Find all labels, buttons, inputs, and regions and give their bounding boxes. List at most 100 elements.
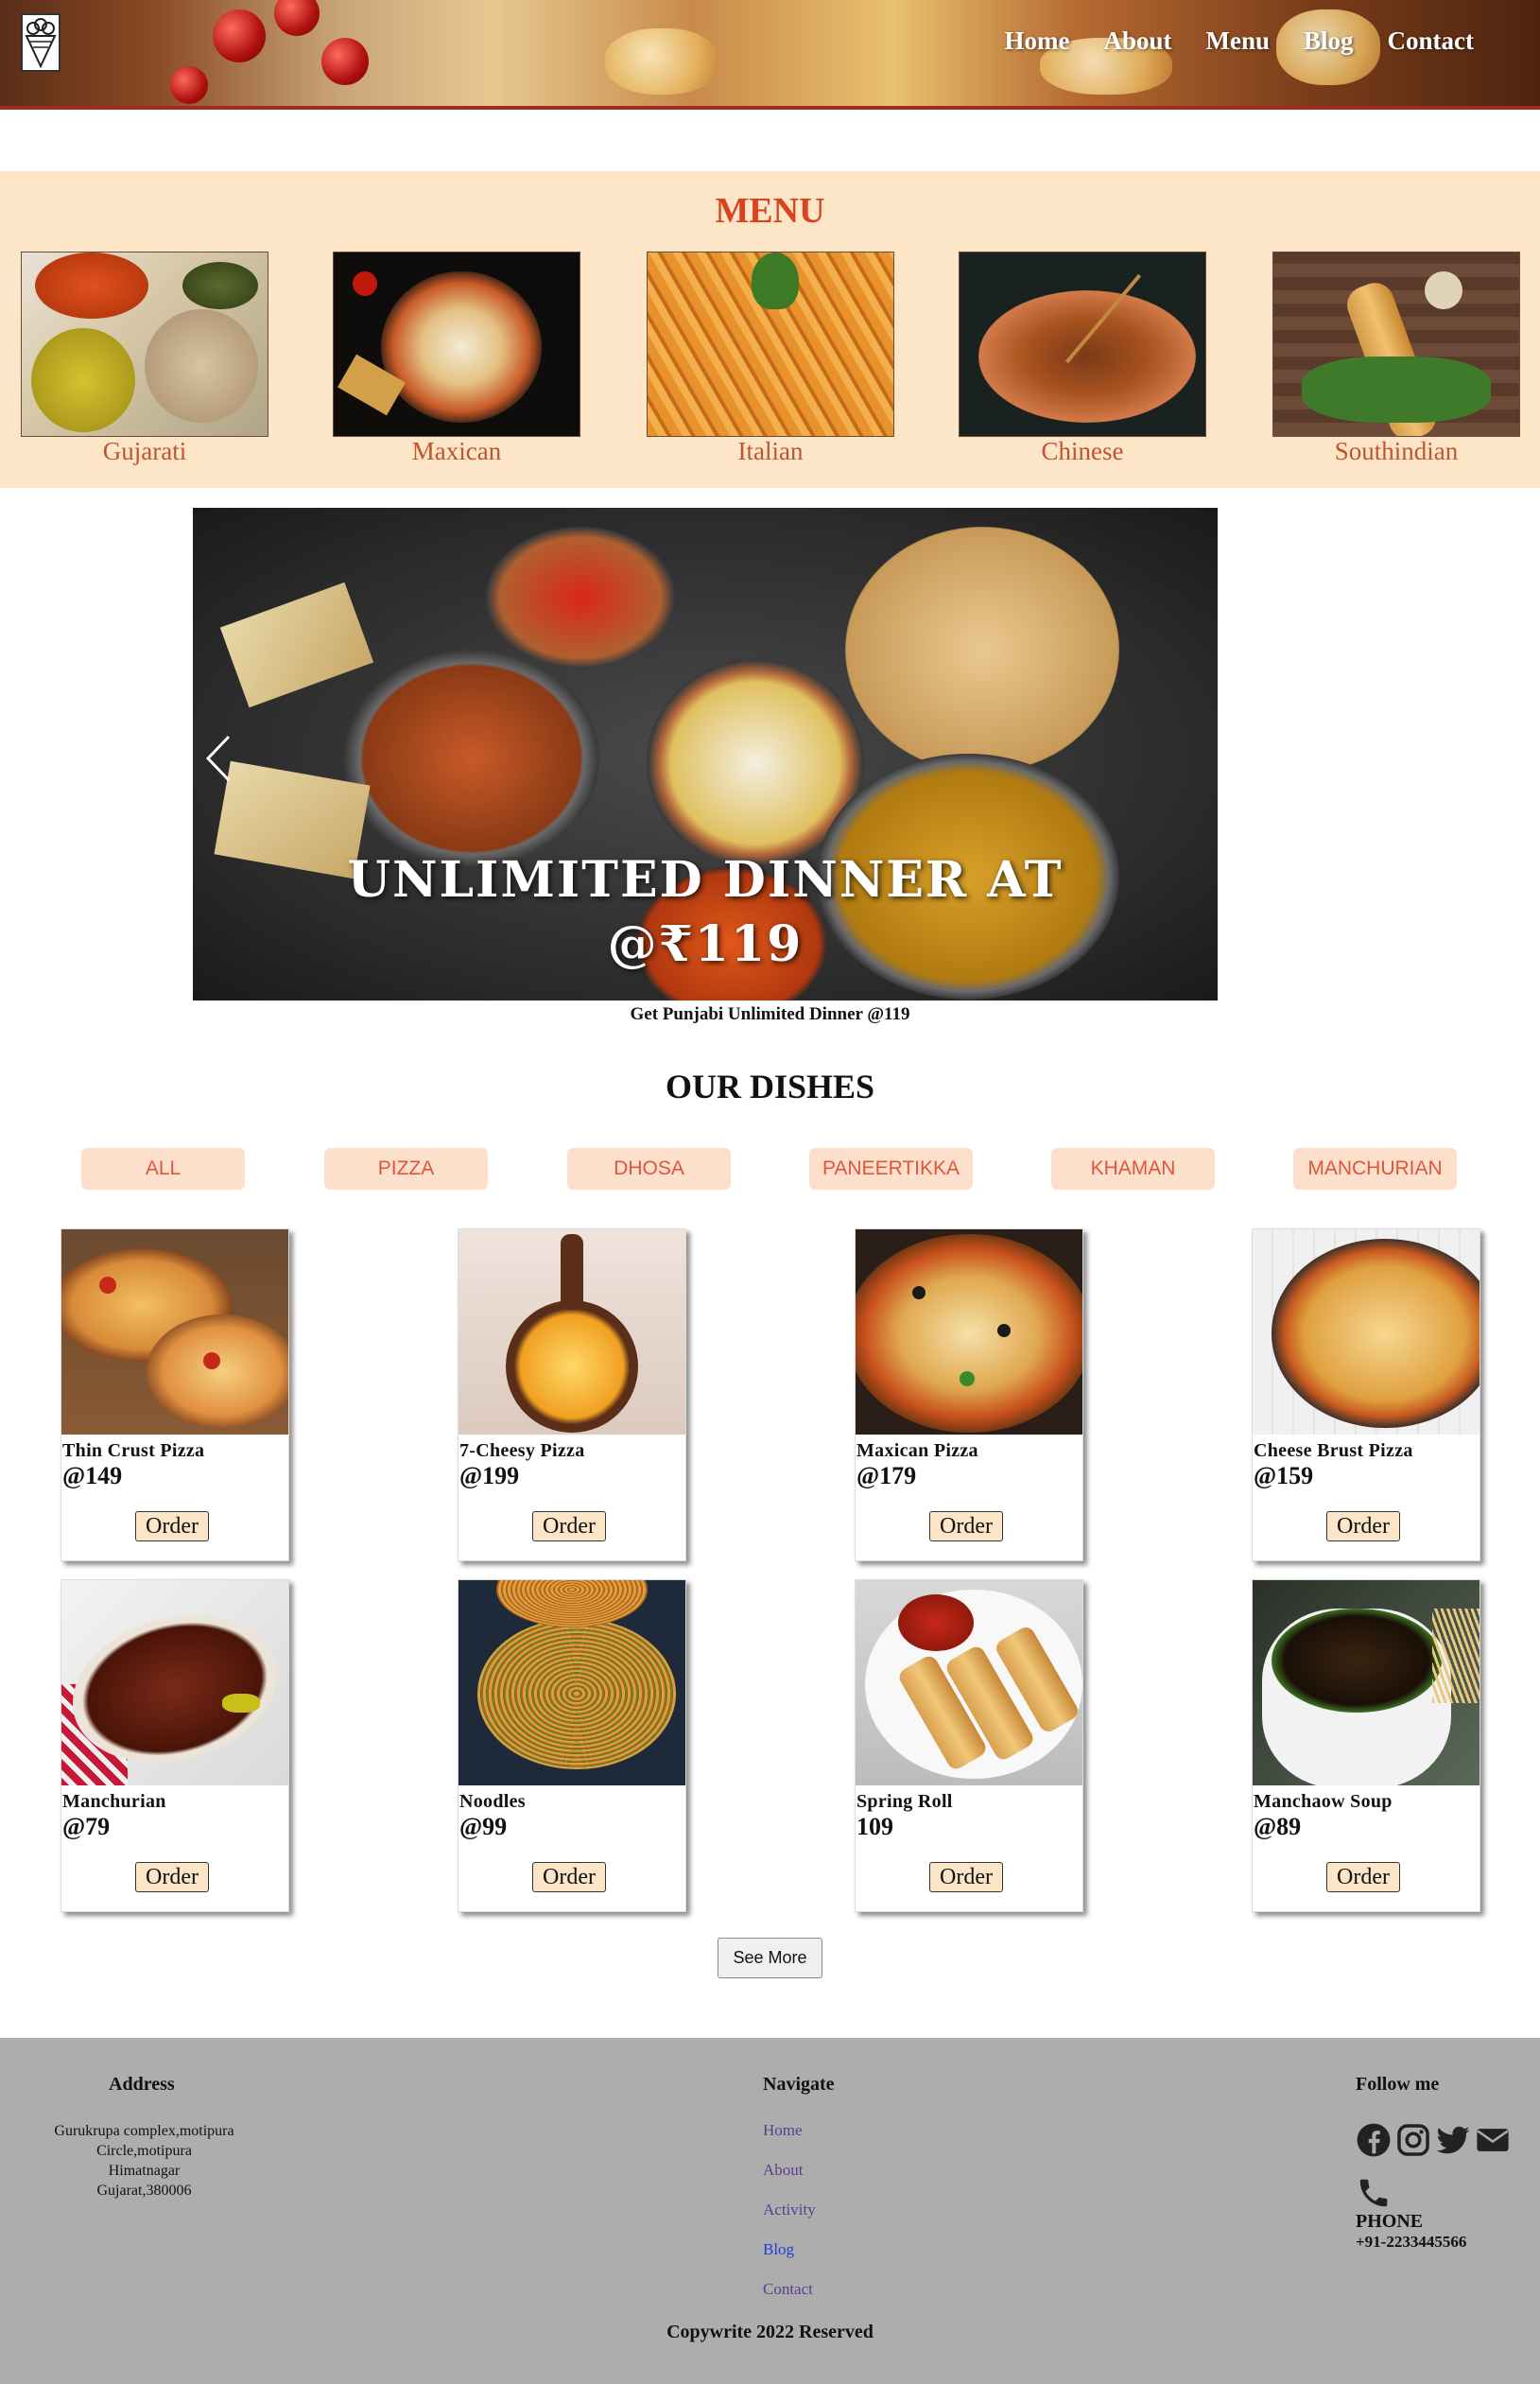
- tomato-decoration: [213, 9, 266, 62]
- footer-link-about[interactable]: About: [763, 2161, 804, 2180]
- carousel-line-1: UNLIMITED DINNER AT: [347, 851, 1064, 909]
- dish-name: Noodles: [459, 1791, 526, 1812]
- dish-price: @99: [459, 1813, 508, 1840]
- filter-manchurian[interactable]: MANCHURIAN: [1293, 1148, 1457, 1190]
- dish-price: @89: [1254, 1813, 1302, 1840]
- follow-title: Follow me: [1356, 2074, 1440, 2095]
- instagram-icon[interactable]: [1395, 2122, 1431, 2158]
- envelope-icon[interactable]: [1475, 2122, 1511, 2158]
- order-button[interactable]: Order: [929, 1862, 1003, 1892]
- tomato-bowl-image: [486, 527, 675, 669]
- dishes-title: OUR DISHES: [665, 1068, 875, 1105]
- site-footer: Address Gurukrupa complex,motipura Circl…: [0, 2038, 1540, 2384]
- dish-card: Manchurian @79 Order: [61, 1579, 289, 1912]
- dish-price: @199: [459, 1462, 520, 1489]
- navigate-title: Navigate: [763, 2074, 835, 2095]
- order-button[interactable]: Order: [135, 1862, 209, 1892]
- copyright-text: Copywrite 2022 Reserved: [666, 2322, 874, 2342]
- address-title: Address: [109, 2074, 175, 2095]
- dish-name: 7-Cheesy Pizza: [459, 1440, 585, 1461]
- dish-card: Manchaow Soup @89 Order: [1252, 1579, 1480, 1912]
- order-button[interactable]: Order: [1326, 1511, 1400, 1541]
- order-button[interactable]: Order: [532, 1862, 606, 1892]
- filter-pizza[interactable]: PIZZA: [324, 1148, 488, 1190]
- category-label: Maxican: [411, 437, 502, 465]
- category-italian[interactable]: Italian: [647, 252, 894, 466]
- footer-link-contact[interactable]: Contact: [763, 2280, 813, 2299]
- promo-carousel: UNLIMITED DINNER AT @₹119: [193, 508, 1218, 1001]
- dish-price: 109: [857, 1813, 893, 1840]
- menu-title: MENU: [715, 191, 825, 231]
- order-button[interactable]: Order: [1326, 1862, 1400, 1892]
- manchurian-image: [61, 1580, 288, 1785]
- carousel-prev-arrow[interactable]: [204, 735, 233, 782]
- dish-price: @79: [62, 1813, 111, 1840]
- filter-khaman[interactable]: KHAMAN: [1051, 1148, 1215, 1190]
- carousel-headline: UNLIMITED DINNER AT @₹119: [193, 848, 1218, 977]
- maxican-pizza-image: [856, 1229, 1082, 1435]
- dish-price: @179: [857, 1462, 917, 1489]
- dish-name: Thin Crust Pizza: [62, 1440, 205, 1461]
- footer-link-activity[interactable]: Activity: [763, 2201, 816, 2219]
- see-more-button[interactable]: See More: [718, 1938, 822, 1978]
- dish-name: Manchurian: [62, 1791, 166, 1812]
- logo-icon: [25, 18, 57, 68]
- twitter-icon[interactable]: [1435, 2122, 1471, 2158]
- order-button[interactable]: Order: [929, 1511, 1003, 1541]
- address-line: Himatnagar: [108, 2163, 181, 2179]
- nav-contact[interactable]: Contact: [1388, 26, 1474, 56]
- manchaow-soup-image: [1253, 1580, 1479, 1785]
- dish-price: @149: [62, 1462, 123, 1489]
- gujarati-food-image: [21, 252, 268, 437]
- dish-name: Maxican Pizza: [857, 1440, 978, 1461]
- cheese-brust-pizza-image: [1253, 1229, 1479, 1435]
- site-header: Home About Menu Blog Contact: [0, 0, 1540, 110]
- dish-card: Noodles @99 Order: [458, 1579, 686, 1912]
- dish-card: Spring Roll 109 Order: [855, 1579, 1083, 1912]
- dish-card: Maxican Pizza @179 Order: [855, 1228, 1083, 1561]
- address-block: Gurukrupa complex,motipura Circle,motipu…: [0, 2121, 288, 2201]
- category-southindian[interactable]: Southindian: [1272, 252, 1520, 466]
- filter-paneertikka[interactable]: PANEERTIKKA: [809, 1148, 973, 1190]
- category-maxican[interactable]: Maxican: [333, 252, 580, 466]
- papad-image: [845, 527, 1119, 773]
- nav-menu[interactable]: Menu: [1206, 26, 1271, 56]
- footer-link-home[interactable]: Home: [763, 2121, 803, 2140]
- address-line: Gujarat,380006: [96, 2183, 192, 2199]
- address-line: Gurukrupa complex,motipura: [54, 2123, 234, 2139]
- nav-blog[interactable]: Blog: [1304, 26, 1354, 56]
- category-chinese[interactable]: Chinese: [959, 252, 1206, 466]
- site-logo[interactable]: [21, 13, 61, 72]
- filter-dhosa[interactable]: DHOSA: [567, 1148, 731, 1190]
- dish-card: Thin Crust Pizza @149 Order: [61, 1228, 289, 1561]
- carousel-caption: Get Punjabi Unlimited Dinner @119: [630, 1004, 910, 1024]
- dish-name: Spring Roll: [857, 1791, 953, 1812]
- footer-link-blog[interactable]: Blog: [763, 2240, 794, 2259]
- nav-about[interactable]: About: [1103, 26, 1171, 56]
- order-button[interactable]: Order: [532, 1511, 606, 1541]
- maxican-food-image: [333, 252, 580, 437]
- nav-home[interactable]: Home: [1004, 26, 1069, 56]
- dish-price: @159: [1254, 1462, 1314, 1489]
- phone-icon: [1359, 2179, 1388, 2207]
- chinese-food-image: [959, 252, 1206, 437]
- phone-number: +91-2233445566: [1356, 2233, 1467, 2251]
- cheese-decoration: [605, 28, 718, 95]
- naan-image: [219, 582, 374, 708]
- dish-card: 7-Cheesy Pizza @199 Order: [458, 1228, 686, 1561]
- facebook-icon[interactable]: [1356, 2122, 1392, 2158]
- tomato-decoration: [274, 0, 320, 36]
- category-gujarati[interactable]: Gujarati: [21, 252, 268, 466]
- social-links: [1356, 2122, 1511, 2158]
- noodles-image: [459, 1580, 685, 1785]
- cheesy-pizza-image: [459, 1229, 685, 1435]
- order-button[interactable]: Order: [135, 1511, 209, 1541]
- carousel-line-2: @₹119: [607, 915, 804, 973]
- menu-section: MENU Gujarati Maxican Italian Chinese So…: [0, 171, 1540, 488]
- tomato-decoration: [170, 66, 208, 104]
- filter-all[interactable]: ALL: [81, 1148, 245, 1190]
- italian-food-image: [647, 252, 894, 437]
- southindian-food-image: [1272, 252, 1520, 437]
- curry-bowl-image: [344, 650, 599, 867]
- spring-roll-image: [856, 1580, 1082, 1785]
